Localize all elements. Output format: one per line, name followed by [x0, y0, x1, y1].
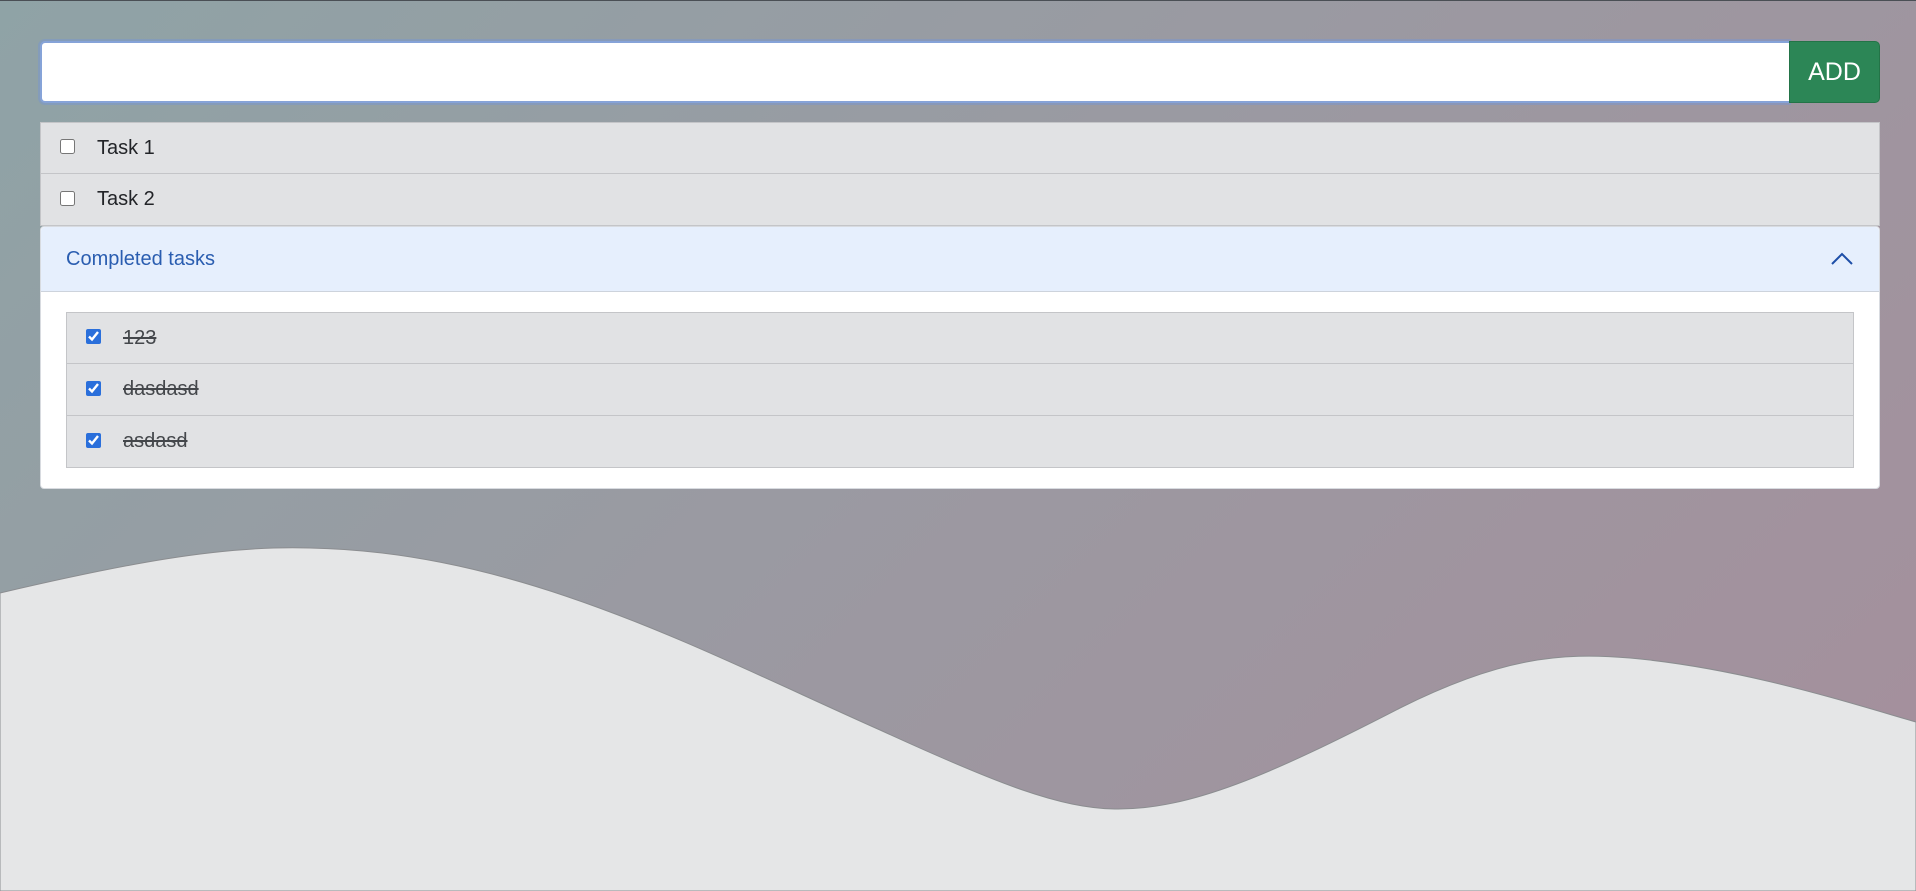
completed-task-label: dasdasd: [123, 378, 199, 400]
completed-tasks-accordion: Completed tasks 123 dasdasd asdasd: [40, 226, 1880, 489]
task-item: Task 2: [40, 174, 1880, 226]
completed-task-item: 123: [66, 312, 1854, 364]
completed-tasks-title: Completed tasks: [66, 247, 215, 270]
chevron-up-icon: [1831, 252, 1853, 265]
task-label: Task 2: [97, 188, 155, 210]
completed-task-checkbox[interactable]: [86, 380, 101, 396]
completed-task-checkbox[interactable]: [86, 432, 101, 448]
task-input[interactable]: [40, 41, 1789, 103]
task-list: Task 1 Task 2: [40, 122, 1880, 226]
completed-tasks-toggle[interactable]: Completed tasks: [41, 227, 1879, 292]
task-checkbox[interactable]: [60, 190, 75, 206]
add-button[interactable]: ADD: [1789, 41, 1880, 103]
task-item: Task 1: [40, 122, 1880, 174]
completed-task-label: 123: [123, 326, 157, 349]
completed-tasks-list: 123 dasdasd asdasd: [41, 292, 1879, 468]
todo-app: ADD Task 1 Task 2 Completed tasks 123 da…: [40, 41, 1880, 489]
completed-task-item: asdasd: [66, 416, 1854, 468]
task-label: Task 1: [97, 136, 155, 159]
completed-task-label: asdasd: [123, 430, 188, 452]
task-checkbox[interactable]: [60, 139, 75, 154]
completed-task-item: dasdasd: [66, 364, 1854, 416]
completed-task-checkbox[interactable]: [86, 329, 101, 344]
add-task-form: ADD: [40, 41, 1880, 103]
